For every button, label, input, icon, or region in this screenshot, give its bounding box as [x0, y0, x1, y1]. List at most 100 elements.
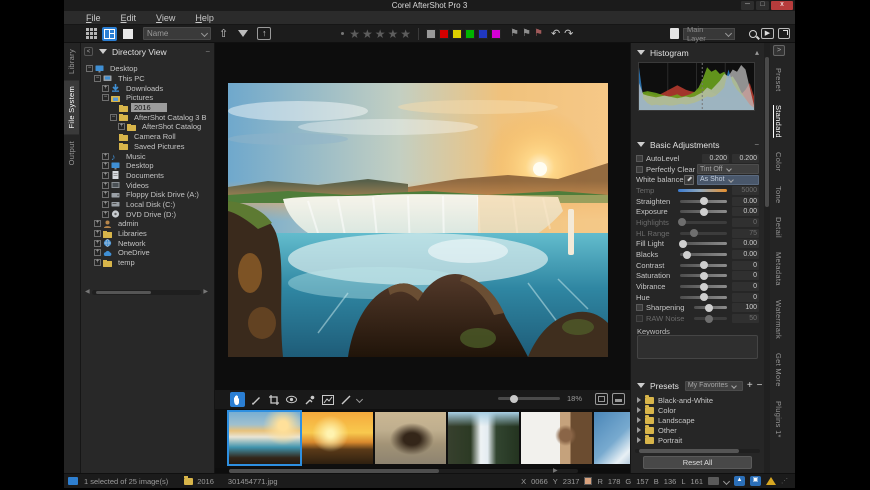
tree-item-dvd-drive-d-[interactable]: +DVD Drive (D:)	[81, 209, 214, 219]
multi-view-button[interactable]	[102, 27, 117, 41]
contrast-slider[interactable]	[680, 264, 727, 267]
presets-favorites-select[interactable]: My Favorites	[685, 381, 743, 391]
directory-scrollbar[interactable]: ◀ ▶	[85, 289, 208, 296]
tree-item-network[interactable]: +Network	[81, 238, 214, 248]
sort-field-select[interactable]: Name	[143, 27, 211, 40]
saturation-value[interactable]: 0	[732, 271, 759, 280]
flag-pick-icon[interactable]: ⚑	[510, 28, 519, 40]
grid-view-button[interactable]	[84, 27, 99, 41]
hue-slider[interactable]	[680, 296, 727, 299]
zoom-slider[interactable]	[498, 397, 560, 400]
hue-slider-thumb[interactable]	[700, 293, 708, 301]
preset-folder-portrait[interactable]: Portrait	[637, 435, 758, 445]
tree-item-aftershot-catalog[interactable]: +AfterShot Catalog	[81, 122, 214, 132]
raw-noise-slider[interactable]	[694, 317, 727, 320]
blacks-slider[interactable]	[680, 253, 727, 256]
heal-clone-tool-button[interactable]	[320, 392, 335, 407]
expand-node-icon[interactable]: +	[102, 201, 109, 208]
chevron-down-icon[interactable]	[723, 477, 730, 484]
section-expand-icon[interactable]	[637, 142, 645, 147]
expand-node-icon[interactable]	[637, 407, 641, 413]
color-label-swatch[interactable]	[439, 29, 449, 39]
collapse-right-panel-icon[interactable]: >	[773, 45, 785, 56]
tree-item-temp[interactable]: +temp	[81, 258, 214, 268]
minimize-button[interactable]: ─	[741, 1, 754, 10]
thumbnail-blue[interactable]	[594, 412, 630, 464]
photo-preview[interactable]	[228, 83, 608, 357]
filmstrip-panel-icon[interactable]	[612, 393, 625, 405]
raw-noise-slider-thumb[interactable]	[705, 315, 713, 323]
sharpening-value[interactable]: 100	[732, 303, 759, 312]
tree-item-floppy-disk-drive-a-[interactable]: +Floppy Disk Drive (A:)	[81, 190, 214, 200]
straighten-tool-button[interactable]	[248, 392, 263, 407]
scroll-right-icon[interactable]: ▶	[203, 289, 208, 296]
collapse-node-icon[interactable]: −	[102, 94, 109, 101]
left-tab-file-system[interactable]: File System	[64, 80, 79, 134]
right-tab-metadata[interactable]: Metadata	[770, 245, 787, 293]
right-tab-tone[interactable]: Tone	[770, 179, 787, 210]
contrast-value[interactable]: 0	[732, 261, 759, 270]
resize-grip[interactable]: ⋰	[781, 477, 789, 485]
tree-item-this-pc[interactable]: −This PC	[81, 74, 214, 84]
highlights-slider[interactable]	[680, 221, 727, 224]
reset-all-button[interactable]: Reset All	[643, 456, 752, 469]
collapse-node-icon[interactable]: −	[86, 65, 93, 72]
fill-light-slider-thumb[interactable]	[679, 240, 687, 248]
redeye-tool-button[interactable]	[284, 392, 299, 407]
flag-reject-icon[interactable]: ⚑	[534, 28, 543, 40]
expand-node-icon[interactable]	[637, 417, 641, 423]
expand-node-icon[interactable]	[637, 437, 641, 443]
hl-range-value[interactable]: 75	[732, 229, 759, 238]
expand-node-icon[interactable]: +	[102, 162, 109, 169]
fill-light-value[interactable]: 0.00	[732, 239, 759, 248]
expand-node-icon[interactable]: +	[102, 182, 109, 189]
expand-node-icon[interactable]: +	[94, 220, 101, 227]
search-icon[interactable]	[749, 30, 757, 38]
right-tab-standard[interactable]: Standard	[770, 98, 787, 145]
zoom-slider-thumb[interactable]	[510, 395, 518, 403]
clipping-warning-icon[interactable]: ▴	[755, 48, 759, 57]
slideshow-icon[interactable]: ▶	[761, 28, 774, 39]
exposure-slider-thumb[interactable]	[700, 208, 708, 216]
menu-help[interactable]: Help	[195, 13, 214, 23]
color-label-swatch[interactable]	[465, 29, 475, 39]
menu-edit[interactable]: Edit	[121, 13, 137, 23]
sync-up-icon[interactable]: ▲	[734, 476, 745, 486]
tree-item-libraries[interactable]: +Libraries	[81, 229, 214, 239]
temp-value[interactable]: 5000	[732, 186, 759, 195]
expand-node-icon[interactable]: +	[118, 123, 125, 130]
collapse-node-icon[interactable]: −	[94, 75, 101, 82]
add-preset-icon[interactable]: +	[747, 381, 753, 391]
vibrance-value[interactable]: 0	[732, 282, 759, 291]
tree-item-local-disk-c-[interactable]: +Local Disk (C:)	[81, 200, 214, 210]
sharpening-slider-thumb[interactable]	[705, 304, 713, 312]
color-label-swatch[interactable]	[452, 29, 462, 39]
preset-folder-color[interactable]: Color	[637, 405, 758, 415]
straighten-slider-thumb[interactable]	[700, 197, 708, 205]
presets-scrollbar[interactable]	[635, 449, 760, 453]
tree-item-camera-roll[interactable]: +Camera Roll	[81, 132, 214, 142]
star-icon[interactable]: ★	[400, 28, 411, 40]
temp-slider[interactable]	[678, 189, 727, 192]
right-tab-preset[interactable]: Preset	[770, 61, 787, 98]
expand-node-icon[interactable]	[637, 427, 641, 433]
blacks-value[interactable]: 0.00	[732, 250, 759, 259]
thumbnail-sunsethorses[interactable]	[302, 412, 373, 464]
expand-node-icon[interactable]: +	[102, 153, 109, 160]
flag-outline-icon[interactable]: ⚑	[522, 28, 531, 40]
no-rating-dot-icon[interactable]	[341, 32, 344, 35]
thumbnail-owl[interactable]	[521, 412, 592, 464]
expand-node-icon[interactable]: +	[94, 249, 101, 256]
autolevel-value-1[interactable]: 0.200	[732, 154, 759, 163]
autolevel-checkbox[interactable]	[636, 155, 643, 162]
exposure-slider[interactable]	[680, 210, 727, 213]
whitebalance-picker-button[interactable]	[302, 392, 317, 407]
star-icon[interactable]: ★	[388, 28, 399, 40]
straighten-value[interactable]: 0.00	[732, 197, 759, 206]
filter-icon[interactable]	[238, 30, 248, 37]
contrast-slider-thumb[interactable]	[700, 261, 708, 269]
tree-item-desktop[interactable]: +Desktop	[81, 161, 214, 171]
preset-folder-landscape[interactable]: Landscape	[637, 415, 758, 425]
expand-node-icon[interactable]: +	[94, 240, 101, 247]
tree-item-desktop[interactable]: −Desktop	[81, 64, 214, 74]
